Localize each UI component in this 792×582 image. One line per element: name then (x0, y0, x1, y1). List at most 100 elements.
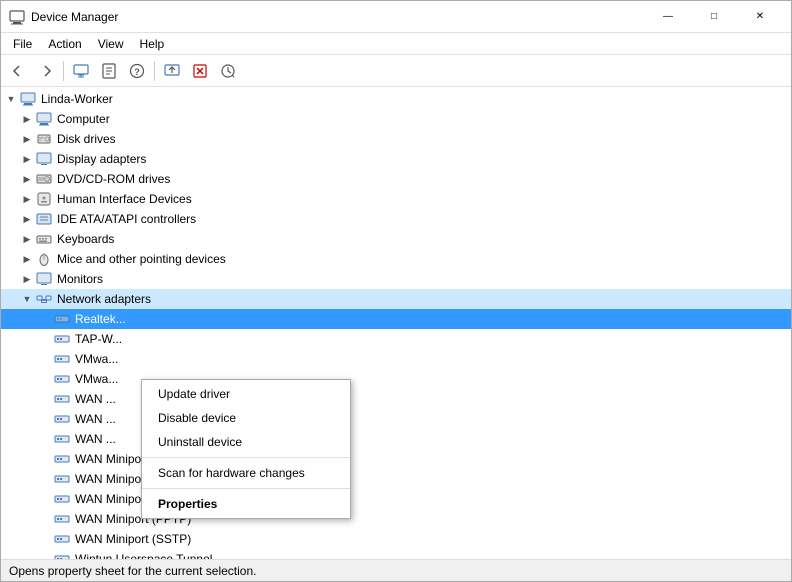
scan-changes-button[interactable] (215, 58, 241, 84)
keyboard-label: Keyboards (57, 232, 114, 246)
title-bar: Device Manager — □ ✕ (1, 1, 791, 33)
tree-item-wan-sstp[interactable]: WAN Miniport (SSTP) (1, 529, 791, 549)
update-driver-button[interactable] (159, 58, 185, 84)
expand-keyboard-icon: ▶ (19, 231, 35, 247)
tree-item-wan2[interactable]: WAN ... (1, 409, 791, 429)
nic-l2tp-icon (53, 451, 71, 467)
computer-icon (19, 91, 37, 107)
hid-icon (35, 191, 53, 207)
ctx-separator-2 (142, 488, 350, 489)
tree-item-disk[interactable]: ▶ Disk drives (1, 129, 791, 149)
wan1-label: WAN ... (75, 392, 116, 406)
tree-item-computer[interactable]: ▶ Computer (1, 109, 791, 129)
tree-item-root[interactable]: ▼ Linda-Worker (1, 89, 791, 109)
no-expand-wan3 (37, 431, 53, 447)
nic-wintun-icon (53, 551, 71, 559)
mice-label: Mice and other pointing devices (57, 252, 226, 266)
tree-item-vmwa1[interactable]: VMwa... (1, 349, 791, 369)
tree-item-keyboard[interactable]: ▶ Keyboards (1, 229, 791, 249)
desktop-icon (35, 111, 53, 127)
no-expand-wan-sstp (37, 531, 53, 547)
window-controls: — □ ✕ (645, 1, 783, 33)
tree-item-wan-pptp[interactable]: WAN Miniport (PPTP) (1, 509, 791, 529)
dvd-label: DVD/CD-ROM drives (57, 172, 170, 186)
display-label: Display adapters (57, 152, 146, 166)
status-bar: Opens property sheet for the current sel… (1, 559, 791, 581)
ctx-disable-device[interactable]: Disable device (142, 406, 350, 430)
no-expand-realtek (37, 311, 53, 327)
tree-item-monitors[interactable]: ▶ Monitors (1, 269, 791, 289)
tree-item-tapw[interactable]: TAP-W... (1, 329, 791, 349)
minimize-button[interactable]: — (645, 1, 691, 33)
monitor-icon (35, 271, 53, 287)
nic-tap-icon (53, 331, 71, 347)
ctx-scan-changes[interactable]: Scan for hardware changes (142, 461, 350, 485)
no-expand-wintun (37, 551, 53, 559)
ctx-properties[interactable]: Properties (142, 492, 350, 516)
ctx-uninstall-device[interactable]: Uninstall device (142, 430, 350, 454)
expand-network-icon: ▼ (19, 291, 35, 307)
hid-label: Human Interface Devices (57, 192, 192, 206)
menu-action[interactable]: Action (40, 35, 89, 53)
tree-item-ide[interactable]: ▶ IDE ATA/ATAPI controllers (1, 209, 791, 229)
expand-monitors-icon: ▶ (19, 271, 35, 287)
nic-vmwa2-icon (53, 371, 71, 387)
tree-item-hid[interactable]: ▶ Human Interface Devices (1, 189, 791, 209)
tree-item-dvd[interactable]: ▶ DVD/CD-ROM drives (1, 169, 791, 189)
tree-item-realtek[interactable]: Realtek... (1, 309, 791, 329)
no-expand-wan-l2tp (37, 451, 53, 467)
wan-sstp-label: WAN Miniport (SSTP) (75, 532, 191, 546)
vmwa1-label: VMwa... (75, 352, 118, 366)
expand-mice-icon: ▶ (19, 251, 35, 267)
uninstall-button[interactable] (187, 58, 213, 84)
ide-icon (35, 211, 53, 227)
close-button[interactable]: ✕ (737, 1, 783, 33)
tree-item-vmwa2[interactable]: VMwa... (1, 369, 791, 389)
tree-item-wan3[interactable]: WAN ... (1, 429, 791, 449)
computer-button[interactable] (68, 58, 94, 84)
ctx-separator-1 (142, 457, 350, 458)
tree-item-wintun[interactable]: Wintun Userspace Tunnel (1, 549, 791, 559)
no-expand-wan-pppoe (37, 491, 53, 507)
status-text: Opens property sheet for the current sel… (9, 564, 256, 578)
network-label: Network adapters (57, 292, 151, 306)
context-menu: Update driver Disable device Uninstall d… (141, 379, 351, 519)
back-button[interactable] (5, 58, 31, 84)
forward-button[interactable] (33, 58, 59, 84)
nic-sstp-icon (53, 531, 71, 547)
tapw-label: TAP-W... (75, 332, 122, 346)
svg-text:?: ? (134, 67, 140, 77)
nic-vmwa1-icon (53, 351, 71, 367)
no-expand-tapw (37, 331, 53, 347)
expand-display-icon: ▶ (19, 151, 35, 167)
nic-wan3-icon (53, 431, 71, 447)
properties-button[interactable] (96, 58, 122, 84)
tree-item-wan-l2tp[interactable]: WAN Miniport (L2TP) (1, 449, 791, 469)
computer-label: Computer (57, 112, 110, 126)
nic-wan1-icon (53, 391, 71, 407)
tree-item-wan-netmon[interactable]: WAN Miniport (Network Monitor) (1, 469, 791, 489)
tree-item-wan1[interactable]: WAN ... (1, 389, 791, 409)
help-button[interactable]: ? (124, 58, 150, 84)
maximize-button[interactable]: □ (691, 1, 737, 33)
no-expand-wan2 (37, 411, 53, 427)
no-expand-wan-netmon (37, 471, 53, 487)
tree-item-wan-pppoe[interactable]: WAN Miniport (PPPOE) (1, 489, 791, 509)
device-tree[interactable]: ▼ Linda-Worker ▶ (1, 87, 791, 559)
tree-item-display[interactable]: ▶ Display adapters (1, 149, 791, 169)
expand-root-icon: ▼ (3, 91, 19, 107)
ctx-update-driver[interactable]: Update driver (142, 382, 350, 406)
disk-icon (35, 131, 53, 147)
expand-ide-icon: ▶ (19, 211, 35, 227)
menu-file[interactable]: File (5, 35, 40, 53)
wan2-label: WAN ... (75, 412, 116, 426)
menu-help[interactable]: Help (132, 35, 173, 53)
network-icon (35, 291, 53, 307)
nic-netmon-icon (53, 471, 71, 487)
tree-item-mice[interactable]: ▶ Mice and other pointing devices (1, 249, 791, 269)
window-title: Device Manager (31, 10, 645, 24)
nic-pptp-icon (53, 511, 71, 527)
no-expand-vmwa2 (37, 371, 53, 387)
tree-item-network[interactable]: ▼ Network adapters (1, 289, 791, 309)
menu-view[interactable]: View (90, 35, 132, 53)
